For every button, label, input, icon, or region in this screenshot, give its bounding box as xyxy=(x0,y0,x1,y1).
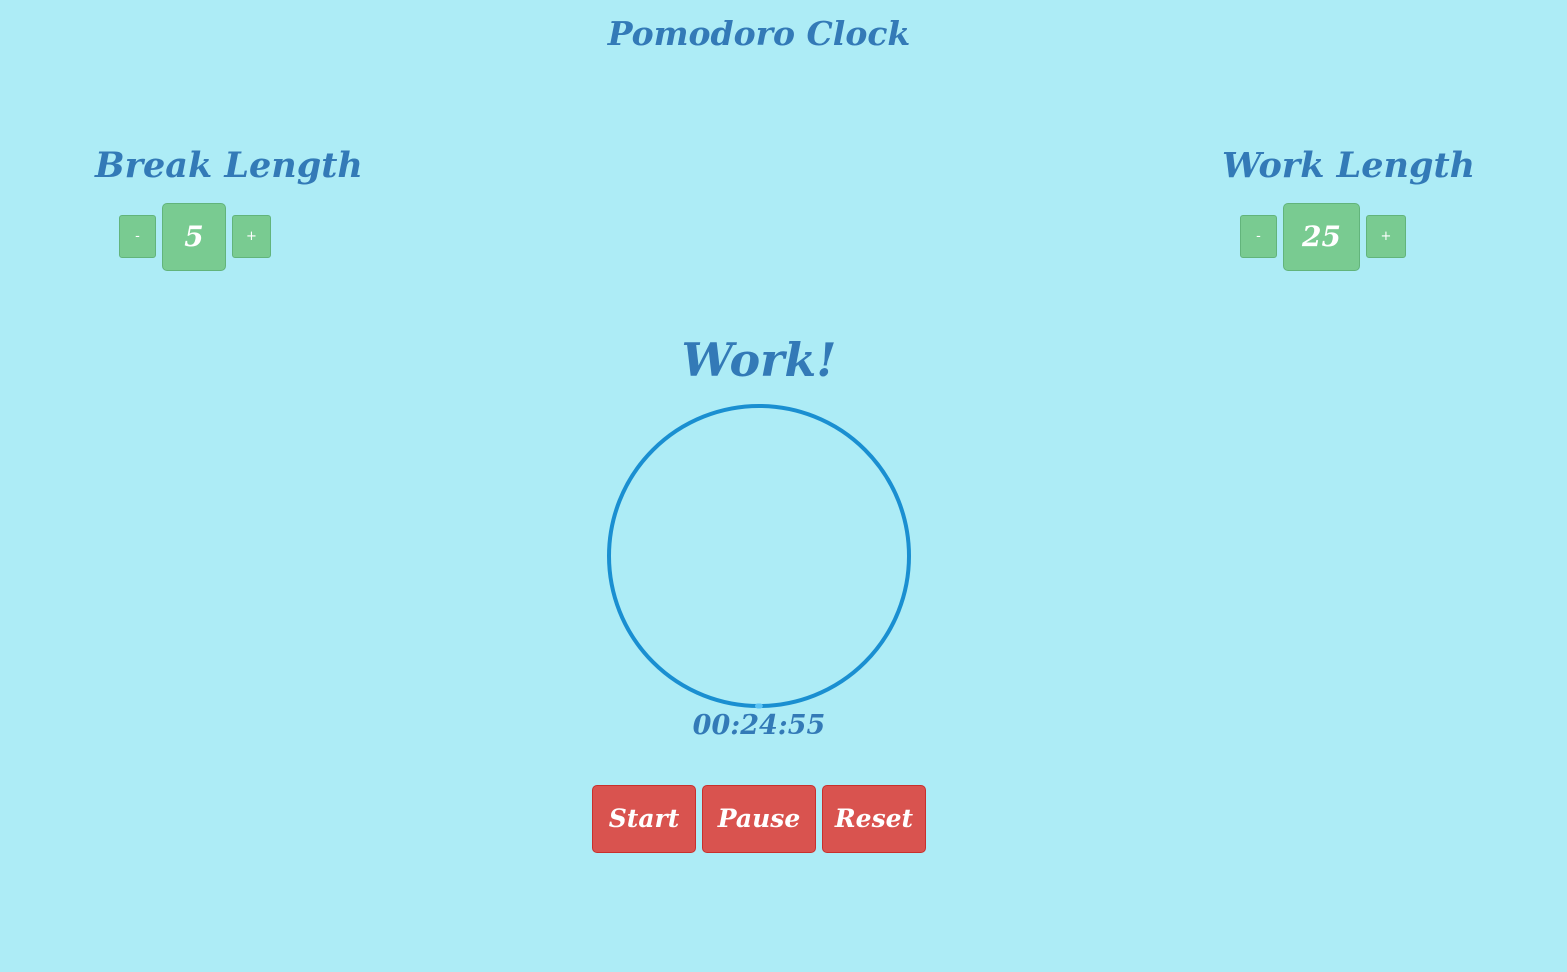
app-title: Pomodoro Clock xyxy=(607,14,911,53)
progress-ring-svg xyxy=(606,403,912,709)
timer-countdown: 00:24:55 xyxy=(692,710,826,741)
work-length-label: Work Length xyxy=(1222,145,1476,186)
pause-button[interactable]: Pause xyxy=(702,785,816,853)
work-length-setting: Work Length - 25 + xyxy=(1222,145,1476,271)
work-decrease-button[interactable]: - xyxy=(1240,215,1277,258)
timer-phase-label: Work! xyxy=(681,333,837,387)
progress-ring-track xyxy=(607,404,911,708)
work-increase-button[interactable]: + xyxy=(1366,215,1406,258)
timer-progress-ring xyxy=(604,402,914,712)
break-length-label: Break Length xyxy=(95,145,363,186)
reset-button[interactable]: Reset xyxy=(822,785,926,853)
break-decrease-button[interactable]: - xyxy=(119,215,156,258)
break-length-value: 5 xyxy=(162,203,226,271)
break-length-stepper: - 5 + xyxy=(95,203,295,271)
break-length-setting: Break Length - 5 + xyxy=(95,145,363,271)
work-length-value: 25 xyxy=(1283,203,1360,271)
start-button[interactable]: Start xyxy=(592,785,696,853)
break-increase-button[interactable]: + xyxy=(232,215,271,258)
timer-controls: Start Pause Reset xyxy=(592,785,932,853)
work-length-stepper: - 25 + xyxy=(1222,203,1422,271)
